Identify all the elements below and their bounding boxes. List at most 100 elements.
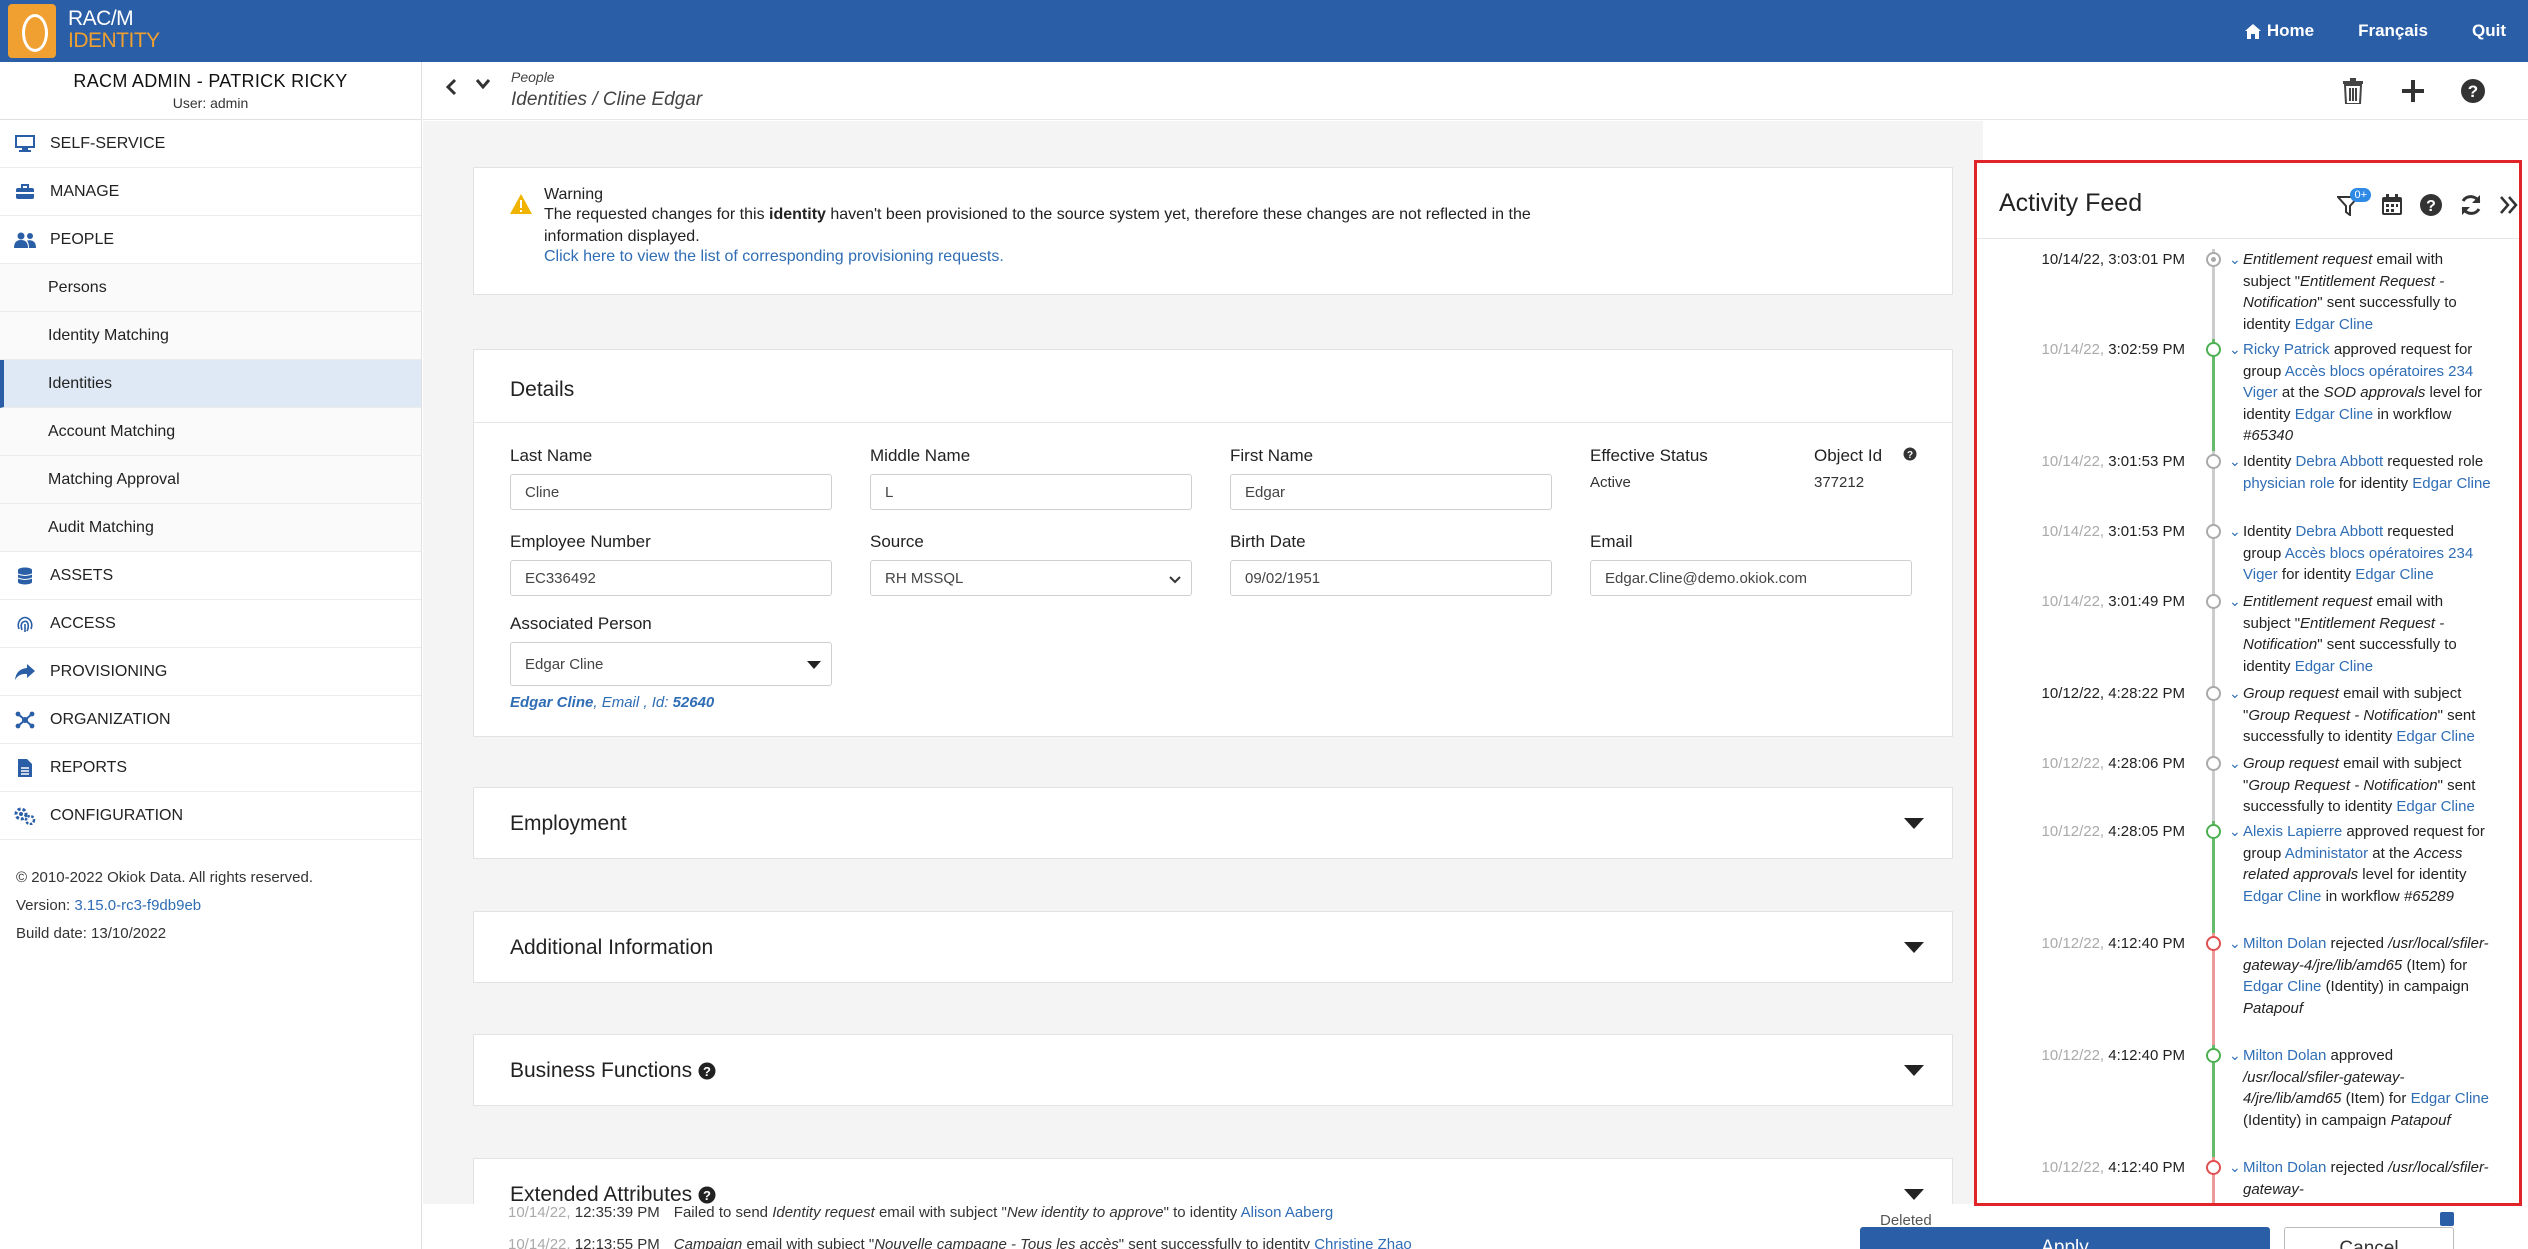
language-link[interactable]: Français — [2358, 21, 2428, 41]
app-logo-text[interactable]: RAC/M IDENTITY — [68, 8, 160, 52]
feed-entry-text: Group request email with subject "Group … — [2243, 753, 2493, 818]
chevron-down-icon[interactable]: ⌄ — [2229, 686, 2241, 700]
sidebar-item-identity-matching[interactable]: Identity Matching — [0, 312, 421, 360]
business-functions-section[interactable]: Business Functions? — [473, 1034, 1953, 1106]
first-name-label: First Name — [1230, 446, 1314, 465]
help-icon[interactable]: ? — [698, 1062, 716, 1080]
quit-link[interactable]: Quit — [2472, 21, 2506, 41]
last-name-input[interactable]: Cline — [510, 474, 832, 510]
chevron-down-icon[interactable]: ⌄ — [2229, 524, 2241, 538]
sidebar-item-reports[interactable]: REPORTS — [0, 744, 421, 792]
employment-section[interactable]: Employment — [473, 787, 1953, 859]
source-select[interactable]: RH MSSQL — [870, 560, 1192, 596]
identity-link[interactable]: Edgar Cline — [2295, 658, 2373, 675]
sidebar-item-configuration[interactable]: CONFIGURATION — [0, 792, 421, 840]
sidebar-item-organization[interactable]: ORGANIZATION — [0, 696, 421, 744]
associated-person-select[interactable]: Edgar Cline — [510, 642, 832, 686]
sidebar-item-persons[interactable]: Persons — [0, 264, 421, 312]
sidebar-item-assets[interactable]: ASSETS — [0, 552, 421, 600]
feed-entry-time: 10/14/22, 3:02:59 PM — [1977, 339, 2185, 361]
calendar-icon[interactable] — [2381, 194, 2403, 221]
home-link[interactable]: Home — [2244, 21, 2314, 41]
sidebar-item-audit-matching[interactable]: Audit Matching — [0, 504, 421, 552]
caret-down-icon[interactable] — [1904, 1189, 1924, 1200]
sidebar-item-account-matching[interactable]: Account Matching — [0, 408, 421, 456]
additional-info-section[interactable]: Additional Information — [473, 911, 1953, 983]
last-name-label: Last Name — [510, 446, 593, 465]
feed-entry-time: 10/14/22, 3:01:53 PM — [1977, 521, 2185, 543]
chevron-down-icon[interactable]: ⌄ — [2229, 824, 2241, 838]
sidebar-item-matching-approval[interactable]: Matching Approval — [0, 456, 421, 504]
overlay-identity-link[interactable]: Christine Zhao — [1314, 1236, 1412, 1249]
caret-down-icon[interactable] — [1904, 942, 1924, 953]
chevron-down-icon[interactable]: ⌄ — [2229, 594, 2241, 608]
t: Identity — [2243, 453, 2292, 470]
collapse-panel-icon[interactable] — [2499, 195, 2519, 220]
identity-link[interactable]: Edgar Cline — [2411, 1090, 2489, 1107]
identity-link[interactable]: Edgar Cline — [2295, 316, 2373, 333]
group-link[interactable]: Administator — [2285, 845, 2368, 862]
overlay-identity-link[interactable]: Alison Aaberg — [1241, 1204, 1334, 1221]
email-input[interactable]: Edgar.Cline@demo.okiok.com — [1590, 560, 1912, 596]
user-link[interactable]: Ricky Patrick — [2243, 341, 2330, 358]
identity-link[interactable]: Edgar Cline — [2295, 406, 2373, 423]
provisioning-requests-link[interactable]: Click here to view the list of correspon… — [544, 248, 1004, 265]
employee-number-input[interactable]: EC336492 — [510, 560, 832, 596]
identity-link[interactable]: Edgar Cline — [2412, 475, 2490, 492]
help-icon[interactable]: ? — [698, 1186, 716, 1204]
deleted-checkbox[interactable] — [2440, 1212, 2454, 1226]
apply-button[interactable]: Apply — [1860, 1227, 2270, 1249]
version-link[interactable]: 3.15.0-rc3-f9db9eb — [74, 897, 201, 914]
app-logo-icon[interactable] — [8, 4, 56, 58]
user-link[interactable]: Milton Dolan — [2243, 935, 2326, 952]
add-icon[interactable] — [2398, 76, 2428, 106]
birth-date-input[interactable]: 09/02/1951 — [1230, 560, 1552, 596]
identity-link[interactable]: Edgar Cline — [2243, 888, 2321, 905]
user-link[interactable]: Milton Dolan — [2243, 1159, 2326, 1176]
t: for identity — [2281, 566, 2352, 583]
identity-link[interactable]: Edgar Cline — [2355, 566, 2433, 583]
middle-name-input[interactable]: L — [870, 474, 1192, 510]
chevron-down-icon[interactable]: ⌄ — [2229, 1160, 2241, 1174]
overlay-time: 12:35:39 PM — [574, 1204, 660, 1221]
refresh-icon[interactable] — [2459, 193, 2483, 222]
caret-down-icon[interactable] — [1904, 1065, 1924, 1076]
identity-link[interactable]: Edgar Cline — [2396, 728, 2474, 745]
sidebar-item-access[interactable]: ACCESS — [0, 600, 421, 648]
first-name-input[interactable]: Edgar — [1230, 474, 1552, 510]
role-link[interactable]: physician role — [2243, 475, 2335, 492]
chevron-down-icon[interactable]: ⌄ — [2229, 342, 2241, 356]
caret-down-icon[interactable] — [1904, 818, 1924, 829]
chevron-down-icon[interactable]: ⌄ — [2229, 756, 2241, 770]
help-icon[interactable]: ? — [2419, 193, 2443, 222]
associated-person-link[interactable]: Edgar Cline — [510, 694, 593, 711]
text-e: " to identity — [1163, 1204, 1238, 1221]
chevron-down-icon[interactable]: ⌄ — [2229, 936, 2241, 950]
user-link[interactable]: Alexis Lapierre — [2243, 823, 2342, 840]
chevron-down-icon[interactable] — [475, 78, 491, 90]
cancel-button[interactable]: Cancel — [2284, 1227, 2454, 1249]
back-arrow-icon[interactable] — [445, 78, 457, 96]
object-id-value: 377212 — [1814, 474, 1865, 491]
filter-icon[interactable]: 0+ — [2335, 187, 2371, 220]
feed-entry-clock: 3:01:53 PM — [2108, 523, 2185, 540]
chevron-down-icon[interactable]: ⌄ — [2229, 454, 2241, 468]
identity-link[interactable]: Edgar Cline — [2243, 978, 2321, 995]
sidebar-item-people[interactable]: PEOPLE — [0, 216, 421, 264]
chevron-down-icon[interactable]: ⌄ — [2229, 1048, 2241, 1062]
identity-link[interactable]: Debra Abbott — [2296, 523, 2384, 540]
chevron-down-icon[interactable]: ⌄ — [2229, 252, 2241, 266]
user-link[interactable]: Milton Dolan — [2243, 1047, 2326, 1064]
sidebar-item-self-service[interactable]: SELF-SERVICE — [0, 120, 421, 168]
sidebar-item-identities[interactable]: Identities — [0, 360, 421, 408]
help-icon[interactable]: ? — [1903, 447, 1917, 461]
help-icon[interactable]: ? — [2458, 76, 2488, 106]
trash-icon[interactable] — [2338, 76, 2368, 106]
identity-link[interactable]: Edgar Cline — [2396, 798, 2474, 815]
breadcrumb-parent[interactable]: People — [511, 69, 555, 85]
feed-entry: 10/12/22, 4:12:40 PM ⌄ Milton Dolan reje… — [1977, 933, 2519, 1045]
identity-link[interactable]: Debra Abbott — [2296, 453, 2384, 470]
t: at the — [2372, 844, 2410, 862]
sidebar-item-provisioning[interactable]: PROVISIONING — [0, 648, 421, 696]
sidebar-item-manage[interactable]: MANAGE — [0, 168, 421, 216]
